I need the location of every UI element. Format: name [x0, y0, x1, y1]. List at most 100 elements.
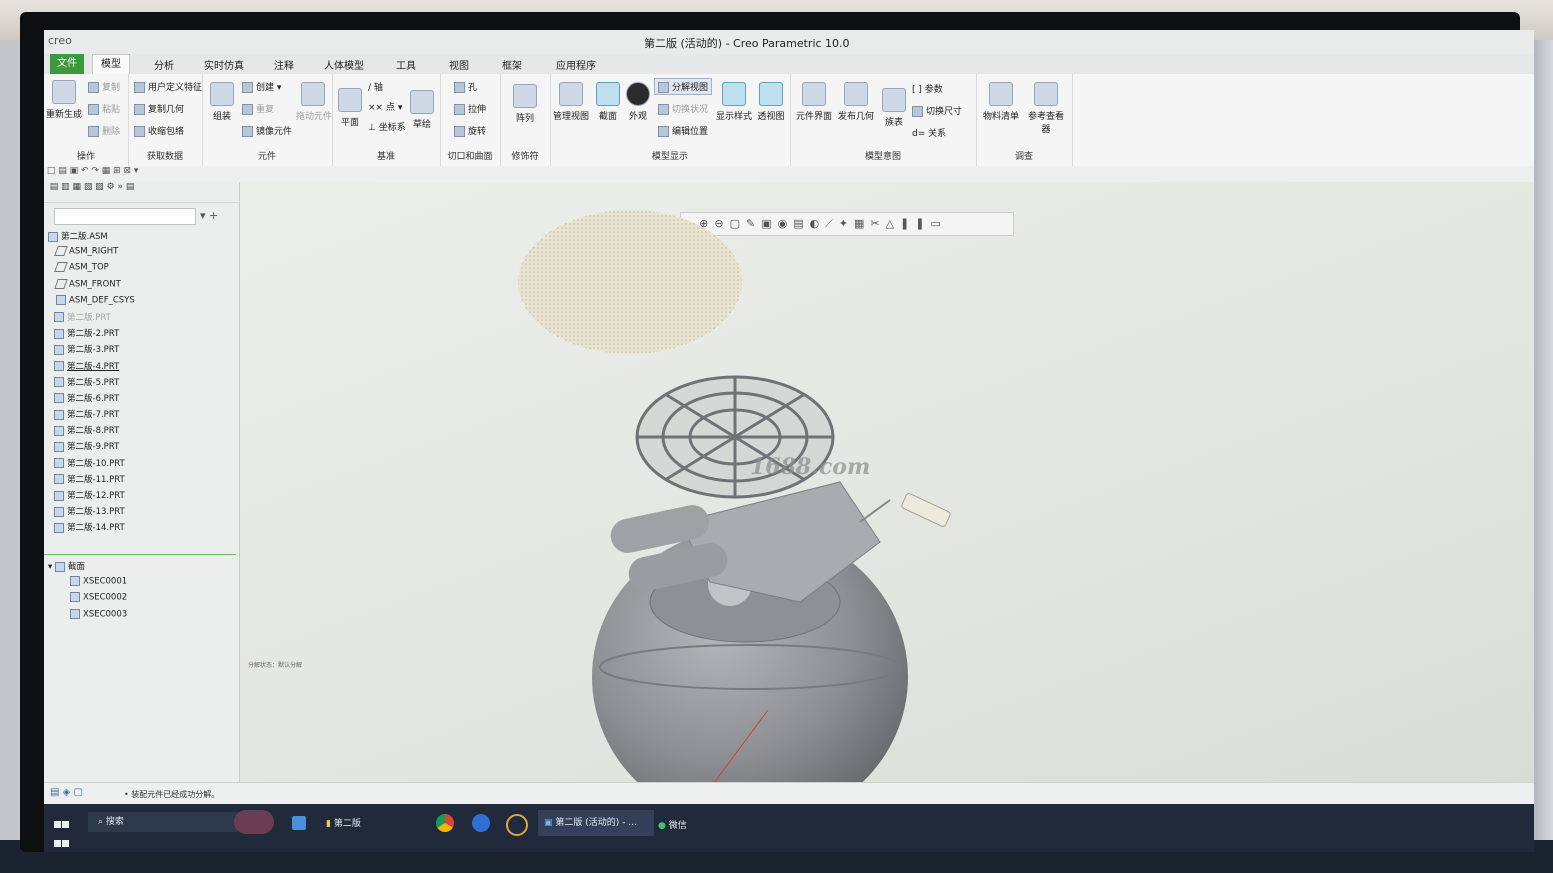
manage-views-button[interactable]: 管理视图 — [552, 82, 590, 122]
taskbar-explorer-window[interactable]: ▮ 第二版 — [326, 816, 361, 829]
tree-item[interactable]: ASM_RIGHT — [48, 246, 236, 262]
component-group-label[interactable]: 元件 — [202, 149, 332, 162]
create-button[interactable]: 创建 ▾ — [242, 80, 281, 93]
tree-item[interactable]: 第二版-9.PRT — [48, 440, 236, 456]
csys-button[interactable]: ⊥ 坐标系 — [368, 120, 406, 133]
tab-framework[interactable]: 框架 — [502, 57, 522, 72]
tree-item[interactable]: 第二版-12.PRT — [48, 489, 236, 505]
investigate-group-label[interactable]: 调查 — [976, 149, 1072, 162]
hole-button[interactable]: 孔 — [454, 80, 477, 93]
tab-model[interactable]: 模型 — [92, 54, 130, 75]
tree-item[interactable]: 第二版-3.PRT — [48, 343, 236, 359]
operations-group-label[interactable]: 操作 — [44, 149, 128, 162]
delete-button[interactable]: 删除 — [88, 124, 120, 137]
paste-button[interactable]: 粘贴 — [88, 102, 120, 115]
k-app-icon[interactable] — [472, 814, 490, 832]
part-icon — [54, 344, 64, 355]
reference-viewer-button[interactable]: 参考查看器 — [1024, 82, 1068, 135]
section-button[interactable]: 截面 — [594, 82, 622, 122]
tree-item[interactable]: 第二版-5.PRT — [48, 376, 236, 392]
tree-item[interactable]: 第二版-2.PRT — [48, 327, 236, 343]
tree-item[interactable]: 第二版-13.PRT — [48, 505, 236, 521]
taskbar-creo-window[interactable]: ▣ 第二版 (活动的) - ... — [538, 810, 654, 836]
model-display-group-label[interactable]: 模型显示 — [550, 149, 790, 162]
tree-item[interactable]: ASM_DEF_CSYS — [48, 294, 236, 311]
tree-item[interactable]: 第二版-11.PRT — [48, 473, 236, 489]
section-item[interactable]: XSEC0002 — [48, 592, 236, 608]
component-interface-button[interactable]: 元件界面 — [794, 82, 834, 122]
pattern-button[interactable]: 阵列 — [510, 84, 540, 124]
task-view-icon[interactable] — [292, 816, 306, 830]
tab-view[interactable]: 视图 — [449, 57, 469, 72]
paste-icon — [88, 104, 99, 115]
tab-simulation[interactable]: 实时仿真 — [204, 57, 244, 72]
display-style-button[interactable]: 显示样式 — [716, 82, 752, 122]
model-intent-group-label[interactable]: 模型意图 — [790, 149, 976, 162]
appearance-button[interactable]: 外观 — [624, 82, 652, 122]
quick-access-toolbar[interactable]: □ ▤ ▣ ↶ ↷ ▦ ⊞ ⊠ ▾ — [44, 166, 1534, 183]
tab-manikin[interactable]: 人体模型 — [324, 57, 364, 72]
edit-position-button[interactable]: 编辑位置 — [658, 124, 708, 137]
parameters-button[interactable]: [ ] 参数 — [912, 82, 943, 95]
regenerate-button[interactable]: 重新生成 — [46, 80, 82, 120]
copy-geometry-button[interactable]: 复制几何 — [134, 102, 184, 115]
tree-item[interactable]: 第二版-8.PRT — [48, 424, 236, 440]
model-tree-toolbar[interactable]: ▤ ▥ ▦ ▧ ▨ ⚙ » ▤ — [44, 182, 239, 203]
perspective-button[interactable]: 透视图 — [754, 82, 788, 122]
shrinkwrap-button[interactable]: 收缩包络 — [134, 124, 184, 137]
add-filter-icon[interactable]: ▾ + — [200, 209, 218, 222]
part-icon — [54, 474, 64, 485]
revolve-button[interactable]: 旋转 — [454, 124, 486, 137]
copy-button[interactable]: 复制 — [88, 80, 120, 93]
axis-button[interactable]: / 轴 — [368, 80, 383, 93]
sketch-button[interactable]: 草绘 — [408, 90, 436, 130]
tree-item[interactable]: 第二版.PRT — [48, 311, 236, 327]
tree-item[interactable]: ASM_FRONT — [48, 278, 236, 295]
family-table-button[interactable]: 族表 — [880, 88, 908, 128]
toggle-state-button[interactable]: 切换状况 — [658, 102, 708, 115]
tree-item[interactable]: 第二版-10.PRT — [48, 457, 236, 473]
sections-folder[interactable]: ▾ 截面 — [48, 560, 236, 576]
cut-surface-group-label[interactable]: 切口和曲面 — [440, 149, 500, 162]
relations-button[interactable]: d= 关系 — [912, 126, 946, 139]
mirror-component-button[interactable]: 镜像元件 — [242, 124, 292, 137]
graphics-window[interactable]: ⌕⊕⊖▢✎▣◉▤◐⟋✦▦✂△❚❚▭ 1688.com 分解状态：默认分解 — [240, 182, 1534, 782]
plane-button[interactable]: 平面 — [336, 88, 364, 128]
model-tree-search-input[interactable] — [54, 208, 196, 225]
tree-item[interactable]: 第二版-7.PRT — [48, 408, 236, 424]
drag-component-button[interactable]: 拖动元件 — [296, 82, 332, 122]
part-icon — [54, 377, 64, 388]
app-icon[interactable] — [506, 814, 528, 836]
taskbar-wechat[interactable]: ● 微信 — [658, 818, 687, 831]
switch-dimensions-button[interactable]: 切换尺寸 — [912, 104, 962, 117]
bom-button[interactable]: 物料清单 — [980, 82, 1022, 122]
tree-item[interactable]: ASM_TOP — [48, 262, 236, 278]
tab-file[interactable]: 文件 — [50, 54, 84, 74]
tree-item[interactable]: 第二版-6.PRT — [48, 392, 236, 408]
assemble-button[interactable]: 组装 — [206, 82, 238, 122]
explode-view-button[interactable]: 分解视图 — [654, 78, 713, 95]
tab-analysis[interactable]: 分析 — [154, 57, 174, 72]
group-model-display: 管理视图 截面 外观 分解视图 切换状况 编辑位置 显示样式 透视图 模型显示 — [550, 74, 791, 166]
datum-group-label[interactable]: 基准 — [332, 149, 440, 162]
status-icons[interactable]: ▤ ◈ ▢ — [50, 787, 83, 798]
section-item[interactable]: XSEC0001 — [48, 576, 236, 592]
tree-item[interactable]: 第二版-4.PRT — [48, 360, 236, 376]
tab-applications[interactable]: 应用程序 — [556, 57, 596, 72]
repeat-button[interactable]: 重复 — [242, 102, 274, 115]
tree-root[interactable]: 第二版.ASM — [48, 230, 236, 246]
extrude-button[interactable]: 拉伸 — [454, 102, 486, 115]
point-button[interactable]: ×× 点 ▾ — [368, 100, 402, 113]
windows-start-icon[interactable] — [54, 814, 70, 847]
tab-tools[interactable]: 工具 — [396, 57, 416, 72]
chrome-icon[interactable] — [436, 814, 454, 832]
hand-icon — [301, 82, 325, 106]
tree-item[interactable]: 第二版-14.PRT — [48, 521, 236, 537]
modifiers-group-label[interactable]: 修饰符 — [500, 149, 550, 162]
get-data-group-label[interactable]: 获取数据 — [128, 149, 202, 162]
publish-geometry-button[interactable]: 发布几何 — [836, 82, 876, 122]
tab-annotate[interactable]: 注释 — [274, 57, 294, 72]
udf-button[interactable]: 用户定义特征 — [134, 80, 202, 93]
taskbar-search[interactable]: ⌕ 搜索 — [88, 812, 238, 832]
section-item[interactable]: XSEC0003 — [48, 608, 236, 625]
